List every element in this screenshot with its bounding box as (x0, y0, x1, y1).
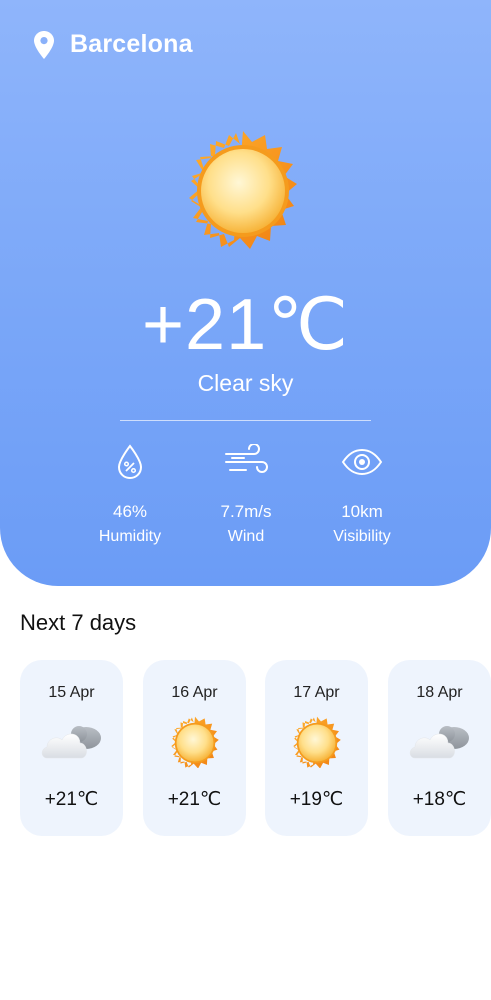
forecast-date: 18 Apr (416, 684, 463, 701)
forecast-card[interactable]: 16 Apr +21℃ (143, 660, 246, 836)
wind-icon (225, 444, 268, 473)
forecast-temp: +21℃ (167, 789, 222, 810)
humidity-label: Humidity (98, 528, 162, 545)
forecast-card[interactable]: 17 Apr +19℃ (265, 660, 368, 836)
visibility-value: 10km (341, 502, 383, 521)
forecast-title: Next 7 days (20, 610, 137, 635)
forecast-card[interactable]: 15 Apr +21℃ (20, 660, 123, 836)
cloudy-icon (41, 726, 101, 759)
humidity-drop-icon (117, 444, 143, 480)
humidity-value: 46% (112, 502, 148, 521)
forecast-temp: +19℃ (289, 789, 344, 810)
sun-icon (170, 716, 219, 768)
forecast-date: 16 Apr (171, 684, 218, 701)
wind-label: Wind (227, 528, 265, 545)
location-selector[interactable]: Barcelona (34, 30, 193, 59)
location-name: Barcelona (70, 30, 193, 58)
current-weather-panel: Barcelona +21℃ Clear sky 46% Humidity 7.… (0, 0, 491, 586)
eye-icon (341, 448, 383, 476)
visibility-label: Visibility (333, 528, 391, 545)
weather-condition: Clear sky (197, 370, 294, 396)
forecast-date: 17 Apr (293, 684, 340, 701)
sun-icon (189, 131, 297, 249)
forecast-temp: +18℃ (412, 789, 467, 810)
divider (120, 420, 371, 421)
stat-humidity: 46% Humidity (70, 444, 190, 546)
forecast-card[interactable]: 18 Apr +18℃ (388, 660, 491, 836)
forecast-date: 15 Apr (48, 684, 95, 701)
forecast-temp: +21℃ (44, 789, 99, 810)
stat-wind: 7.7m/s Wind (186, 444, 306, 546)
current-temperature: +21℃ (142, 285, 349, 365)
cloudy-icon (409, 726, 469, 759)
wind-value: 7.7m/s (220, 502, 272, 521)
forecast-list[interactable]: 15 Apr +21℃ 16 Apr +21℃ 17 Apr +19℃ 18 A… (20, 660, 491, 840)
map-pin-icon (34, 30, 54, 59)
stat-visibility: 10km Visibility (302, 444, 422, 546)
sun-icon (292, 716, 341, 768)
